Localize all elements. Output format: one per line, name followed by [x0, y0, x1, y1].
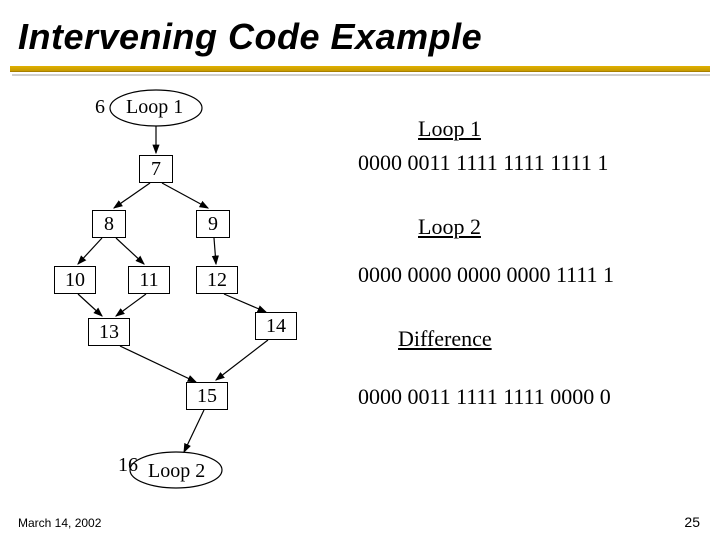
loop2-bits: 0000 0000 0000 0000 1111 1	[358, 262, 614, 288]
loop1-label: Loop 1	[126, 96, 183, 119]
node-10: 10	[54, 266, 96, 294]
node-11: 11	[128, 266, 170, 294]
node-14: 14	[255, 312, 297, 340]
diff-heading: Difference	[398, 326, 492, 352]
node-8: 8	[92, 210, 126, 238]
node-13: 13	[88, 318, 130, 346]
node-16-label: 16	[118, 454, 138, 477]
node-7: 7	[139, 155, 173, 183]
node-12: 12	[196, 266, 238, 294]
node-15: 15	[186, 382, 228, 410]
title-rule	[10, 66, 710, 72]
diff-bits: 0000 0011 1111 1111 0000 0	[358, 384, 611, 410]
loop2-heading: Loop 2	[418, 214, 481, 240]
footer-date: March 14, 2002	[18, 516, 101, 530]
page-number: 25	[684, 514, 700, 530]
title-rule-shadow	[12, 74, 710, 76]
slide-title: Intervening Code Example	[18, 16, 482, 58]
loop1-heading: Loop 1	[418, 116, 481, 142]
node-6-label: 6	[95, 96, 105, 119]
loop1-bits: 0000 0011 1111 1111 1111 1	[358, 150, 608, 176]
node-9: 9	[196, 210, 230, 238]
loop2-label: Loop 2	[148, 460, 205, 483]
